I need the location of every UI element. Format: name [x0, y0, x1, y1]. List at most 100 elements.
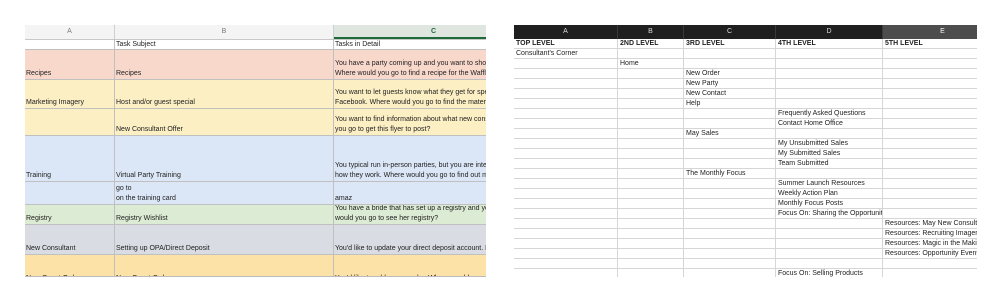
- table-cell[interactable]: [684, 259, 776, 269]
- table-cell[interactable]: [883, 159, 977, 169]
- table-cell[interactable]: [684, 149, 776, 159]
- table-cell[interactable]: [618, 199, 684, 209]
- table-cell[interactable]: [684, 139, 776, 149]
- table-cell[interactable]: Focus On: Selling Products: [776, 269, 883, 277]
- table-cell[interactable]: [514, 159, 618, 169]
- table-cell[interactable]: [618, 139, 684, 149]
- table-cell[interactable]: My Unsubmitted Sales: [776, 139, 883, 149]
- table-cell[interactable]: [883, 89, 977, 99]
- table-cell[interactable]: [776, 89, 883, 99]
- table-cell[interactable]: [776, 169, 883, 179]
- table-cell[interactable]: [514, 229, 618, 239]
- table-cell[interactable]: [883, 199, 977, 209]
- header-cell-c[interactable]: Tasks in Detail: [334, 39, 486, 50]
- table-cell[interactable]: [514, 269, 618, 277]
- level-header-cell[interactable]: 2ND LEVEL: [618, 39, 684, 49]
- table-cell-c[interactable]: You'd like to add a new order. Where wou…: [334, 255, 486, 276]
- column-header-c[interactable]: C: [684, 25, 776, 39]
- table-cell-b[interactable]: Registry Wishlist: [115, 205, 334, 225]
- table-cell[interactable]: [684, 189, 776, 199]
- table-cell[interactable]: [514, 59, 618, 69]
- navigation-spreadsheet[interactable]: A B C D E TOP LEVEL 2ND LEVEL 3RD LEVEL 4TH LEVE…: [514, 25, 977, 277]
- table-cell-c[interactable]: You typical run in-person parties, but y…: [334, 136, 486, 182]
- table-cell-b[interactable]: Recipes: [115, 50, 334, 80]
- table-cell[interactable]: [684, 119, 776, 129]
- table-cell[interactable]: New Order: [684, 69, 776, 79]
- table-cell[interactable]: [883, 169, 977, 179]
- table-cell[interactable]: New Party: [684, 79, 776, 89]
- header-cell-b[interactable]: Task Subject: [115, 39, 334, 50]
- table-cell-c[interactable]: You'd like to update your direct deposit…: [334, 225, 486, 255]
- table-cell[interactable]: [776, 59, 883, 69]
- column-header-b[interactable]: B: [115, 25, 334, 39]
- table-cell-b[interactable]: Setting up OPA/Direct Deposit: [115, 225, 334, 255]
- table-cell[interactable]: [883, 99, 977, 109]
- table-cell-c[interactable]: You have a party coming up and you want …: [334, 50, 486, 80]
- table-cell-c[interactable]: You have a bride that has set up a regis…: [334, 205, 486, 225]
- column-header-d[interactable]: D: [776, 25, 883, 39]
- table-cell[interactable]: [514, 129, 618, 139]
- table-cell-a[interactable]: [25, 109, 115, 136]
- table-cell[interactable]: [618, 169, 684, 179]
- table-cell[interactable]: [514, 239, 618, 249]
- table-cell[interactable]: [684, 209, 776, 219]
- table-cell[interactable]: Summer Launch Resources: [776, 179, 883, 189]
- table-cell[interactable]: [684, 109, 776, 119]
- table-cell-b[interactable]: Virtual Party Training: [115, 136, 334, 182]
- table-cell[interactable]: [618, 49, 684, 59]
- table-cell-b[interactable]: Host and/or guest special: [115, 80, 334, 109]
- table-cell[interactable]: [684, 159, 776, 169]
- level-header-cell[interactable]: TOP LEVEL: [514, 39, 618, 49]
- table-cell[interactable]: [514, 99, 618, 109]
- table-cell[interactable]: [883, 269, 977, 277]
- table-cell[interactable]: May Sales: [684, 129, 776, 139]
- column-header-c[interactable]: C: [334, 25, 486, 39]
- table-cell[interactable]: [514, 219, 618, 229]
- task-spreadsheet[interactable]: A B C Task Subject Tasks in Detail Recipes Rec…: [25, 25, 486, 277]
- table-cell-a[interactable]: Training: [25, 136, 115, 182]
- table-cell-a[interactable]: Registry: [25, 205, 115, 225]
- table-cell[interactable]: [883, 129, 977, 139]
- table-cell[interactable]: [618, 229, 684, 239]
- table-cell[interactable]: [618, 129, 684, 139]
- table-cell[interactable]: [514, 149, 618, 159]
- table-cell[interactable]: [883, 179, 977, 189]
- table-cell[interactable]: [776, 69, 883, 79]
- table-cell[interactable]: My Submitted Sales: [776, 149, 883, 159]
- table-cell[interactable]: [684, 199, 776, 209]
- table-cell[interactable]: [883, 59, 977, 69]
- table-cell[interactable]: Frequently Asked Questions: [776, 109, 883, 119]
- table-cell[interactable]: [776, 49, 883, 59]
- table-cell[interactable]: [514, 189, 618, 199]
- table-cell[interactable]: Focus On: Sharing the Opportunity: [776, 209, 883, 219]
- table-cell[interactable]: [618, 149, 684, 159]
- table-cell[interactable]: [618, 109, 684, 119]
- table-cell[interactable]: Weekly Action Plan: [776, 189, 883, 199]
- table-cell[interactable]: [776, 249, 883, 259]
- table-cell[interactable]: [618, 119, 684, 129]
- table-cell-c[interactable]: You want to find information about what …: [334, 109, 486, 136]
- table-cell[interactable]: [883, 79, 977, 89]
- table-cell[interactable]: [618, 269, 684, 277]
- table-cell[interactable]: The Monthly Focus: [684, 169, 776, 179]
- table-cell[interactable]: [684, 179, 776, 189]
- table-cell[interactable]: [883, 49, 977, 59]
- table-cell[interactable]: Resources: Magic in the Makin: [883, 239, 977, 249]
- table-cell[interactable]: [618, 99, 684, 109]
- table-cell-a[interactable]: [25, 182, 115, 205]
- table-cell[interactable]: [883, 69, 977, 79]
- table-cell[interactable]: [684, 239, 776, 249]
- level-header-cell[interactable]: 4TH LEVEL: [776, 39, 883, 49]
- table-cell[interactable]: [514, 69, 618, 79]
- column-header-a[interactable]: A: [514, 25, 618, 39]
- table-cell[interactable]: [684, 229, 776, 239]
- table-cell[interactable]: [883, 119, 977, 129]
- table-cell[interactable]: [618, 189, 684, 199]
- table-cell[interactable]: [776, 219, 883, 229]
- table-cell-a[interactable]: Recipes: [25, 50, 115, 80]
- column-header-a[interactable]: A: [25, 25, 115, 39]
- table-cell[interactable]: Resources: Recruiting Imagery: [883, 229, 977, 239]
- table-cell[interactable]: [618, 159, 684, 169]
- table-cell[interactable]: Resources: Opportunity Event: [883, 249, 977, 259]
- table-cell[interactable]: [514, 79, 618, 89]
